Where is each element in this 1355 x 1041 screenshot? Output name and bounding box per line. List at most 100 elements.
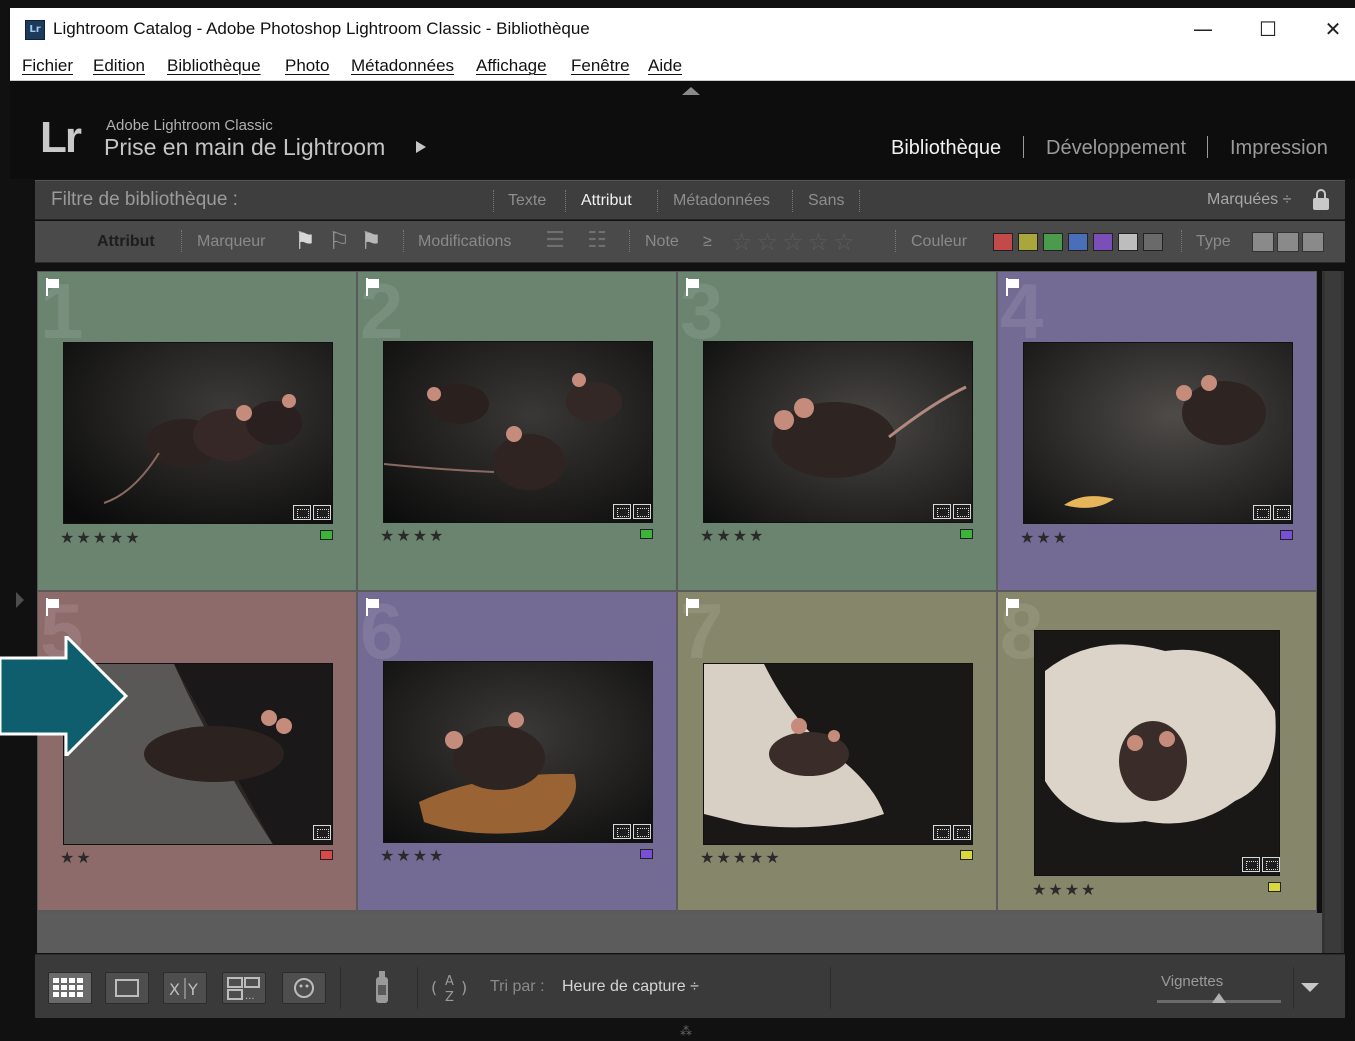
photo-thumbnail[interactable] <box>703 341 973 523</box>
star-rating[interactable]: ★★★★ <box>700 526 765 545</box>
develop-badge-icon[interactable] <box>313 825 331 840</box>
module-developpement[interactable]: Développement <box>1046 137 1186 160</box>
metadata-badge-icon[interactable] <box>1242 857 1260 872</box>
develop-badge-icon[interactable] <box>313 505 331 520</box>
photo-thumbnail[interactable] <box>383 341 653 523</box>
metadata-badge-icon[interactable] <box>293 505 311 520</box>
collapse-top-panel-icon[interactable] <box>682 87 700 95</box>
star-rating[interactable]: ★★★ <box>1020 528 1069 547</box>
flag-rejected-icon[interactable]: ⚑ <box>357 227 385 255</box>
left-panel-toggle-icon[interactable] <box>16 592 24 608</box>
color-label-chip[interactable] <box>960 529 973 539</box>
toolbar-options-chevron-icon[interactable] <box>1301 983 1319 992</box>
type-virtual-copy-icon[interactable] <box>1277 232 1299 252</box>
grid-cell[interactable]: 6 ★★★★ <box>358 592 676 910</box>
color-label-chip[interactable] <box>640 849 653 859</box>
grid-scrollbar[interactable] <box>1322 271 1344 953</box>
grid-cell[interactable]: 7 ★★★★★ <box>678 592 996 910</box>
survey-view-button[interactable]: ... <box>222 972 266 1004</box>
metadata-badge-icon[interactable] <box>613 824 631 839</box>
grid-cell[interactable]: 8 ★★★★ <box>998 592 1316 910</box>
star-rating[interactable]: ★★★★★ <box>60 528 142 547</box>
flag-picked-icon[interactable]: ⚑ <box>291 227 319 255</box>
develop-badge-icon[interactable] <box>1273 505 1291 520</box>
type-master-photo-icon[interactable] <box>1252 232 1274 252</box>
menu-photo[interactable]: Photo <box>285 56 329 76</box>
thumbnail-size-slider-knob[interactable] <box>1212 993 1226 1003</box>
develop-badge-icon[interactable] <box>633 504 651 519</box>
module-bibliotheque[interactable]: Bibliothèque <box>891 137 1001 160</box>
star-rating[interactable]: ★★★★ <box>380 846 445 865</box>
grid-cell[interactable]: 2 ★★★★ <box>358 272 676 590</box>
grid-cell[interactable]: 4 ★★★ <box>998 272 1316 590</box>
flag-icon[interactable] <box>366 278 380 296</box>
photo-thumbnail[interactable] <box>1023 342 1293 524</box>
filter-tab-metadonnees[interactable]: Métadonnées <box>673 192 770 210</box>
edited-icon[interactable]: ☰ <box>539 229 571 253</box>
star-rating[interactable]: ★★★★★ <box>700 848 782 867</box>
metadata-badge-icon[interactable] <box>613 504 631 519</box>
color-swatch-custom[interactable] <box>1118 233 1138 251</box>
color-label-chip[interactable] <box>320 850 333 860</box>
develop-badge-icon[interactable] <box>953 825 971 840</box>
menu-bibliotheque[interactable]: Bibliothèque <box>167 56 261 76</box>
color-label-chip[interactable] <box>320 530 333 540</box>
metadata-badge-icon[interactable] <box>933 504 951 519</box>
menu-affichage[interactable]: Affichage <box>476 56 547 76</box>
flag-icon[interactable] <box>46 598 60 616</box>
color-swatch-red[interactable] <box>993 233 1013 251</box>
grid-view-button[interactable] <box>48 972 92 1004</box>
filter-tab-attribut[interactable]: Attribut <box>581 192 632 210</box>
unedited-icon[interactable]: ☷ <box>581 229 613 253</box>
color-swatch-blue[interactable] <box>1068 233 1088 251</box>
star-rating[interactable]: ★★★★ <box>1032 880 1097 899</box>
rating-filter-stars[interactable]: ☆☆☆☆☆ <box>731 228 859 256</box>
flag-icon[interactable] <box>366 598 380 616</box>
color-swatch-purple[interactable] <box>1093 233 1113 251</box>
color-label-chip[interactable] <box>960 850 973 860</box>
develop-badge-icon[interactable] <box>1262 857 1280 872</box>
develop-badge-icon[interactable] <box>633 824 651 839</box>
rating-operator[interactable]: ≥ <box>703 233 712 251</box>
photo-thumbnail[interactable] <box>383 661 653 843</box>
flag-unflagged-icon[interactable]: ⚐ <box>325 227 353 255</box>
sort-select[interactable]: Heure de capture ÷ <box>562 978 699 996</box>
filter-tab-texte[interactable]: Texte <box>508 192 546 210</box>
flag-icon[interactable] <box>686 278 700 296</box>
people-view-button[interactable] <box>282 972 326 1004</box>
menu-edition[interactable]: Edition <box>93 56 145 76</box>
close-button[interactable]: ✕ <box>1303 14 1355 46</box>
color-label-chip[interactable] <box>1268 882 1281 892</box>
filter-preset-select[interactable]: Marquées ÷ <box>1207 191 1291 209</box>
minimize-button[interactable]: — <box>1173 14 1233 46</box>
loupe-view-button[interactable] <box>105 972 149 1004</box>
compare-view-button[interactable]: XY <box>163 972 207 1004</box>
color-swatch-none[interactable] <box>1143 233 1163 251</box>
grid-cell[interactable]: 3 ★★★★ <box>678 272 996 590</box>
sort-direction-icon[interactable]: (A Z) <box>429 969 479 1005</box>
catalog-name[interactable]: Prise en main de Lightroom <box>104 134 385 161</box>
color-label-chip[interactable] <box>640 529 653 539</box>
menu-fichier[interactable]: Fichier <box>22 56 73 76</box>
painter-icon[interactable] <box>369 967 395 1007</box>
flag-icon[interactable] <box>46 278 60 296</box>
menu-aide[interactable]: Aide <box>648 56 682 76</box>
color-swatch-green[interactable] <box>1043 233 1063 251</box>
flag-icon[interactable] <box>686 598 700 616</box>
flag-icon[interactable] <box>1006 598 1020 616</box>
grid-cell[interactable]: 1 ★★★★★ <box>38 272 356 590</box>
star-rating[interactable]: ★★★★ <box>380 526 445 545</box>
photo-thumbnail[interactable] <box>63 342 333 524</box>
lock-icon[interactable] <box>1313 189 1329 211</box>
develop-badge-icon[interactable] <box>953 504 971 519</box>
maximize-button[interactable]: ☐ <box>1238 14 1298 46</box>
type-video-icon[interactable] <box>1302 232 1324 252</box>
flag-icon[interactable] <box>1006 278 1020 296</box>
star-rating[interactable]: ★★ <box>60 848 93 867</box>
photo-thumbnail[interactable] <box>703 663 973 845</box>
color-swatch-yellow[interactable] <box>1018 233 1038 251</box>
metadata-badge-icon[interactable] <box>933 825 951 840</box>
color-label-chip[interactable] <box>1280 530 1293 540</box>
filter-tab-sans[interactable]: Sans <box>808 192 844 210</box>
collapse-bottom-panel-icon[interactable]: ⁂ <box>680 1024 692 1038</box>
